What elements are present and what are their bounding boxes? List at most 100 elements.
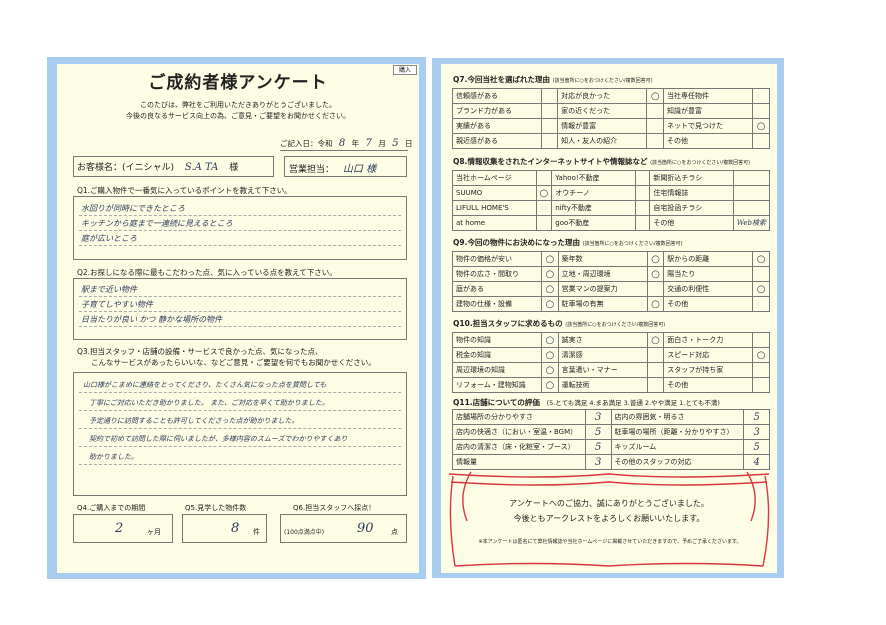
- q9-checkbox[interactable]: [752, 266, 770, 282]
- date-year-unit: 年: [351, 139, 360, 148]
- q10-checkbox[interactable]: ○: [646, 332, 665, 348]
- q11-score[interactable]: 5: [584, 424, 612, 440]
- q10-table: 物件の知識 ○ 誠実さ ○ 面白さ・トーク力 税金の知識 ○ 清潔感 スピード対応 ○ 周辺環境の知…: [452, 332, 770, 393]
- date-month-unit: 月: [378, 139, 386, 148]
- q11-title: Q11.店舗についての評価: [453, 398, 540, 407]
- intro-line-1: このたびは、弊社をご利用いただきありがとうございました。: [140, 101, 336, 109]
- q9-checkbox[interactable]: ○: [540, 251, 559, 267]
- q11-item: 店内の快適さ（におい・室温・BGM）: [452, 424, 586, 440]
- q9-checkbox[interactable]: [646, 281, 665, 297]
- q7-option: ブランド力がある: [451, 103, 543, 119]
- q9-checkbox[interactable]: ○: [646, 251, 665, 267]
- q2-answer-3: 日当たりが良い かつ 静かな場所の物件: [81, 315, 223, 324]
- q7-checkbox[interactable]: ○: [752, 118, 770, 134]
- q10-checkbox[interactable]: ○: [540, 377, 559, 393]
- q7-checkbox[interactable]: [541, 103, 559, 119]
- q9-checkbox[interactable]: ○: [540, 266, 559, 282]
- q7-checkbox[interactable]: [541, 133, 559, 149]
- q3-answer-1: 山口様がこまめに連絡をとってくださり、たくさん気になった点を質問しても: [83, 381, 327, 389]
- q7-row: 信頼感がある 対応が良かった ○ 当社専任物件: [451, 88, 770, 104]
- q9-checkbox[interactable]: ○: [646, 296, 665, 312]
- q11-score[interactable]: 5: [743, 409, 770, 425]
- q3-guide-line: [79, 410, 401, 411]
- q9-checkbox[interactable]: ○: [540, 281, 559, 297]
- q8-title: Q8.情報収集をされたインターネットサイトや情報誌など: [453, 157, 648, 166]
- q9-row: 物件の広さ・間取り ○ 立地・周辺環境 ○ 陽当たり: [452, 266, 770, 282]
- q10-checkbox[interactable]: [752, 332, 770, 348]
- q9-option: 陽当たり: [663, 266, 754, 282]
- q8-option: その他: [649, 215, 734, 231]
- q9-checkbox[interactable]: ○: [646, 266, 665, 282]
- date-year: 8: [338, 138, 346, 149]
- customer-suffix: 様: [229, 163, 239, 173]
- q1-answer-3: 庭が広いところ: [81, 234, 137, 243]
- q10-checkbox[interactable]: ○: [540, 347, 559, 363]
- q8-checkbox[interactable]: [634, 215, 651, 231]
- customer-value: S.A TA: [184, 162, 219, 173]
- q10-checkbox[interactable]: [752, 377, 770, 393]
- q8-checkbox[interactable]: [732, 185, 771, 201]
- q10-checkbox[interactable]: ○: [540, 332, 559, 348]
- q3-answer-2: 丁寧にご対応いただき助かりました。 また、ご対応を早くて助かりました。: [89, 399, 329, 407]
- q6-unit: 点: [391, 528, 398, 536]
- q9-title: Q9.今回の物件にお決めになった理由: [453, 238, 580, 247]
- q10-checkbox[interactable]: [646, 347, 665, 363]
- q7-checkbox[interactable]: [646, 118, 665, 134]
- q10-option: 物件の知識: [452, 332, 542, 348]
- q8-option: Yahoo!不動産: [551, 170, 636, 186]
- q9-option: 駐車場の有無: [557, 296, 648, 312]
- q3-guide-line: [79, 464, 401, 465]
- q11-score[interactable]: 3: [743, 424, 770, 440]
- q11-score[interactable]: 5: [584, 439, 612, 455]
- q11-score[interactable]: 5: [743, 439, 770, 455]
- q7-option: 親近感がある: [451, 133, 543, 149]
- q1-guide-line: [79, 230, 401, 231]
- q7-option: 知識が豊富: [663, 103, 754, 119]
- q7-row: 親近感がある 知人・友人の紹介 その他: [451, 133, 770, 149]
- q1-guide-line: [79, 215, 401, 216]
- q7-checkbox[interactable]: [646, 103, 665, 119]
- q7-checkbox[interactable]: [646, 133, 665, 149]
- left-page: 購入 ご成約者様アンケート このたびは、弊社をご利用いただきありがとうございまし…: [57, 64, 419, 573]
- q7-checkbox[interactable]: [541, 88, 559, 104]
- q7-checkbox[interactable]: [752, 103, 770, 119]
- staff-label: 営業担当：: [289, 165, 335, 175]
- q8-checkbox[interactable]: [634, 200, 651, 216]
- q3-guide-line: [79, 392, 401, 393]
- q8-checkbox[interactable]: [732, 170, 771, 186]
- q10-checkbox[interactable]: [646, 362, 665, 378]
- q7-checkbox[interactable]: [752, 133, 770, 149]
- q7-checkbox[interactable]: [541, 118, 559, 134]
- q8-checkbox[interactable]: Web検索: [732, 215, 771, 231]
- q8-checkbox[interactable]: [732, 200, 771, 216]
- q1-label: Q1.ご購入物件で一番気に入っているポイントを教えて下さい。: [77, 186, 292, 195]
- q10-option: 言葉遣い・マナー: [557, 362, 648, 378]
- q9-checkbox[interactable]: [752, 296, 770, 312]
- right-page: Q7.今回当社を選ばれた理由 (該当箇所に○をおつけください/複数回答可) 信頼…: [441, 64, 777, 573]
- q7-checkbox[interactable]: ○: [646, 88, 665, 104]
- q10-checkbox[interactable]: [752, 362, 770, 378]
- q8-checkbox[interactable]: ○: [535, 185, 553, 201]
- q7-note: (該当箇所に○をおつけください/複数回答可): [552, 78, 653, 84]
- q8-checkbox[interactable]: [535, 170, 553, 186]
- page-title: ご成約者様アンケート: [148, 73, 328, 93]
- q8-body: 当社ホームページ Yahoo!不動産 新聞折込チラシ SUUMO ○ オウチーノ 住宅情報誌…: [452, 170, 771, 231]
- q8-checkbox[interactable]: [535, 200, 553, 216]
- q10-label: Q10.担当スタッフに求めるもの (該当箇所に○をおつけください/複数回答可): [453, 318, 665, 329]
- q8-checkbox[interactable]: [634, 185, 651, 201]
- q10-checkbox[interactable]: [646, 377, 665, 393]
- date-underline: [280, 150, 408, 151]
- q7-checkbox[interactable]: [752, 88, 770, 104]
- q10-checkbox[interactable]: ○: [752, 347, 770, 363]
- q8-checkbox[interactable]: [634, 170, 651, 186]
- q8-checkbox[interactable]: [535, 215, 553, 231]
- q9-checkbox[interactable]: ○: [540, 296, 559, 312]
- date-row: ご記入日：令和 8 年 7 月 5 日: [280, 138, 412, 149]
- q9-checkbox[interactable]: ○: [752, 251, 770, 267]
- q6-value: 90: [357, 521, 374, 536]
- q10-checkbox[interactable]: ○: [540, 362, 559, 378]
- q4-label: Q4.ご購入までの期間: [77, 504, 146, 512]
- q9-checkbox[interactable]: ○: [752, 281, 770, 297]
- q11-score[interactable]: 3: [584, 409, 612, 425]
- q5-label: Q5.見学した物件数: [185, 504, 247, 512]
